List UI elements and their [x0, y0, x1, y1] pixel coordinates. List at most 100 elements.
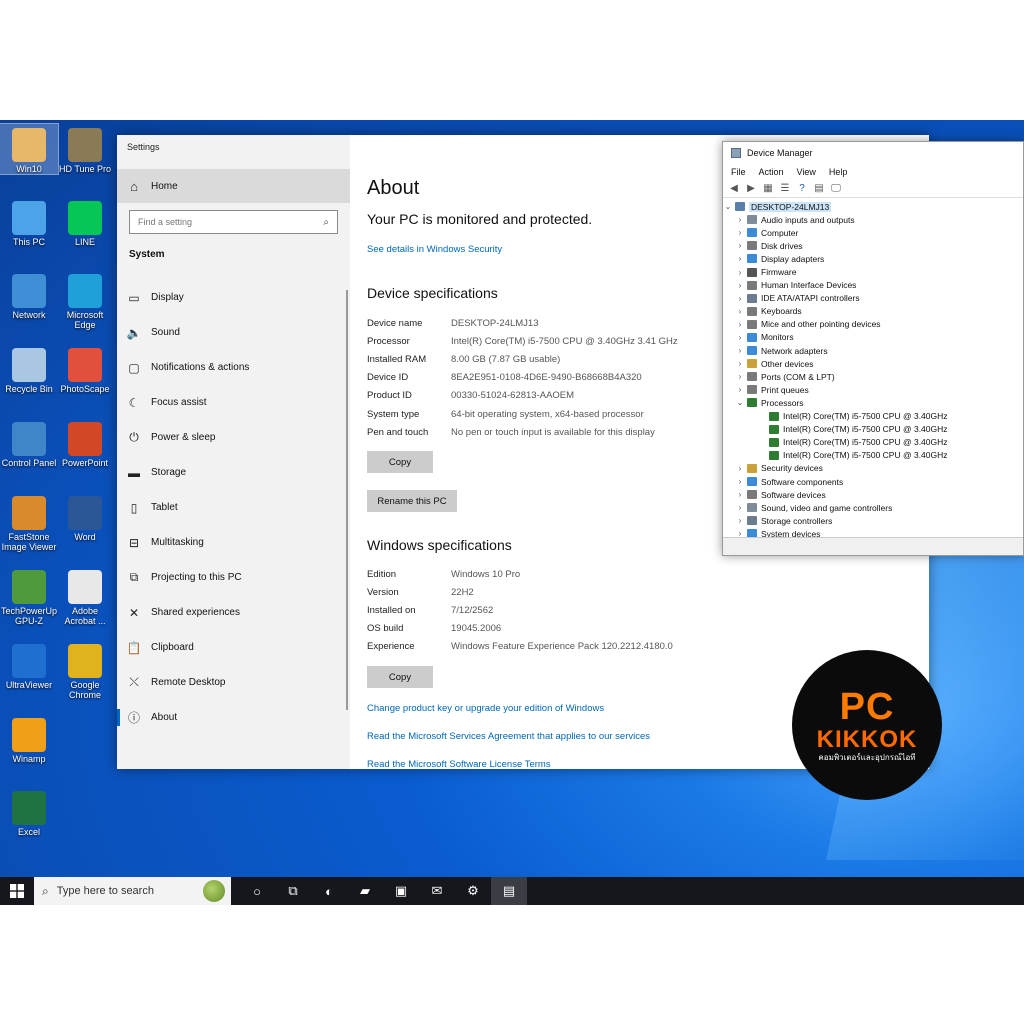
- license-terms-link[interactable]: Read the Microsoft Software License Term…: [367, 759, 551, 769]
- collapse-icon[interactable]: ⌄: [723, 202, 733, 211]
- expand-icon[interactable]: ›: [735, 241, 745, 250]
- sidebar-item-clipboard[interactable]: 📋 Clipboard: [117, 630, 350, 665]
- copy-windows-specs-button[interactable]: Copy: [367, 666, 433, 688]
- list-icon[interactable]: ☰: [778, 181, 792, 195]
- expand-icon[interactable]: ›: [735, 215, 745, 224]
- expand-icon[interactable]: ›: [735, 307, 745, 316]
- tree-node[interactable]: › Audio inputs and outputs: [723, 213, 1023, 226]
- tree-node[interactable]: Intel(R) Core(TM) i5-7500 CPU @ 3.40GHz: [723, 423, 1023, 436]
- tree-node[interactable]: › Disk drives: [723, 239, 1023, 252]
- sidebar-item-display[interactable]: ▭ Display: [117, 280, 350, 315]
- task-view-icon[interactable]: ⧉: [275, 877, 311, 905]
- expand-icon[interactable]: ›: [735, 228, 745, 237]
- desktop-icon[interactable]: Adobe Acrobat ...: [56, 566, 114, 626]
- desktop-icon[interactable]: HD Tune Pro: [56, 124, 114, 174]
- tree-node[interactable]: ⌄ Processors: [723, 396, 1023, 409]
- expand-icon[interactable]: ›: [735, 294, 745, 303]
- tree-node[interactable]: › Software devices: [723, 488, 1023, 501]
- menu-action[interactable]: Action: [759, 167, 784, 177]
- expand-icon[interactable]: ›: [735, 464, 745, 473]
- copy-device-specs-button[interactable]: Copy: [367, 451, 433, 473]
- desktop-icon[interactable]: Win10: [0, 123, 59, 175]
- expand-icon[interactable]: ›: [735, 281, 745, 290]
- edge-icon[interactable]: ◐: [311, 877, 347, 905]
- desktop-icon[interactable]: LINE: [56, 197, 114, 247]
- sidebar-item-storage[interactable]: ▬ Storage: [117, 455, 350, 490]
- sidebar-item-tablet[interactable]: ▯ Tablet: [117, 490, 350, 525]
- monitor-icon[interactable]: 🖵: [829, 181, 843, 195]
- find-setting-input[interactable]: Find a setting ⌕: [129, 210, 338, 234]
- mail-icon[interactable]: ✉: [419, 877, 455, 905]
- sidebar-item-projecting-to-this-pc[interactable]: ⧉ Projecting to this PC: [117, 560, 350, 595]
- desktop-icon[interactable]: Word: [56, 492, 114, 542]
- desktop-icon[interactable]: PhotoScape: [56, 344, 114, 394]
- expand-icon[interactable]: ›: [735, 254, 745, 263]
- tree-root[interactable]: ⌄ DESKTOP-24LMJ13: [723, 200, 1023, 213]
- services-agreement-link[interactable]: Read the Microsoft Services Agreement th…: [367, 731, 650, 742]
- properties-icon[interactable]: ▦: [761, 181, 775, 195]
- desktop-icon[interactable]: FastStone Image Viewer: [0, 492, 58, 552]
- back-icon[interactable]: ◀: [727, 181, 741, 195]
- forward-icon[interactable]: ▶: [744, 181, 758, 195]
- tree-node[interactable]: › Human Interface Devices: [723, 279, 1023, 292]
- expand-icon[interactable]: ›: [735, 320, 745, 329]
- collapse-icon[interactable]: ⌄: [735, 398, 745, 407]
- tree-node[interactable]: › Print queues: [723, 383, 1023, 396]
- expand-icon[interactable]: ›: [735, 333, 745, 342]
- desktop-icon[interactable]: Google Chrome: [56, 640, 114, 700]
- rename-pc-button[interactable]: Rename this PC: [367, 490, 457, 512]
- expand-icon[interactable]: ›: [735, 477, 745, 486]
- product-key-link[interactable]: Change product key or upgrade your editi…: [367, 703, 604, 714]
- device-manager-icon[interactable]: ▤: [491, 877, 527, 905]
- cortana-icon[interactable]: ○: [239, 877, 275, 905]
- expand-icon[interactable]: ›: [735, 503, 745, 512]
- tree-node[interactable]: › Computer: [723, 226, 1023, 239]
- tree-node[interactable]: Intel(R) Core(TM) i5-7500 CPU @ 3.40GHz: [723, 436, 1023, 449]
- tree-node[interactable]: › Display adapters: [723, 252, 1023, 265]
- desktop-icon[interactable]: Network: [0, 270, 58, 320]
- expand-icon[interactable]: ›: [735, 359, 745, 368]
- tree-node[interactable]: › Monitors: [723, 331, 1023, 344]
- expand-icon[interactable]: ›: [735, 516, 745, 525]
- desktop-icon[interactable]: Excel: [0, 787, 58, 837]
- start-button[interactable]: [0, 877, 34, 905]
- taskbar-search-box[interactable]: ⌕ Type here to search: [34, 877, 231, 905]
- tree-node[interactable]: › Sound, video and game controllers: [723, 501, 1023, 514]
- desktop-icon[interactable]: Microsoft Edge: [56, 270, 114, 330]
- expand-icon[interactable]: ›: [735, 385, 745, 394]
- tree-node[interactable]: › IDE ATA/ATAPI controllers: [723, 292, 1023, 305]
- expand-icon[interactable]: ›: [735, 268, 745, 277]
- desktop-icon[interactable]: Control Panel: [0, 418, 58, 468]
- expand-icon[interactable]: ›: [735, 490, 745, 499]
- settings-icon[interactable]: ⚙: [455, 877, 491, 905]
- desktop-icon[interactable]: UltraViewer: [0, 640, 58, 690]
- desktop-icon[interactable]: PowerPoint: [56, 418, 114, 468]
- windows-security-link[interactable]: See details in Windows Security: [367, 244, 502, 255]
- help-icon[interactable]: ?: [795, 181, 809, 195]
- tree-node[interactable]: › Security devices: [723, 462, 1023, 475]
- expand-icon[interactable]: ›: [735, 372, 745, 381]
- tree-node[interactable]: Intel(R) Core(TM) i5-7500 CPU @ 3.40GHz: [723, 410, 1023, 423]
- desktop-icon[interactable]: This PC: [0, 197, 58, 247]
- tree-node[interactable]: › Ports (COM & LPT): [723, 370, 1023, 383]
- home-nav-item[interactable]: ⌂ Home: [117, 169, 350, 203]
- menu-view[interactable]: View: [797, 167, 816, 177]
- tree-node[interactable]: Intel(R) Core(TM) i5-7500 CPU @ 3.40GHz: [723, 449, 1023, 462]
- sidebar-item-about[interactable]: ⓘ About: [117, 700, 350, 735]
- tree-node[interactable]: › Firmware: [723, 265, 1023, 278]
- sidebar-item-remote-desktop[interactable]: ⤬ Remote Desktop: [117, 665, 350, 700]
- store-icon[interactable]: ▣: [383, 877, 419, 905]
- menu-help[interactable]: Help: [829, 167, 848, 177]
- file-explorer-icon[interactable]: ▰: [347, 877, 383, 905]
- desktop-icon[interactable]: TechPowerUp GPU-Z: [0, 566, 58, 626]
- sidebar-item-notifications-actions[interactable]: ▢ Notifications & actions: [117, 350, 350, 385]
- sidebar-item-focus-assist[interactable]: ☾ Focus assist: [117, 385, 350, 420]
- sidebar-item-multitasking[interactable]: ⊟ Multitasking: [117, 525, 350, 560]
- desktop-icon[interactable]: Recycle Bin: [0, 344, 58, 394]
- expand-icon[interactable]: ›: [735, 346, 745, 355]
- menu-file[interactable]: File: [731, 167, 746, 177]
- tree-node[interactable]: › Other devices: [723, 357, 1023, 370]
- tree-node[interactable]: › Software components: [723, 475, 1023, 488]
- tree-node[interactable]: › Keyboards: [723, 305, 1023, 318]
- sidebar-item-sound[interactable]: 🔈 Sound: [117, 315, 350, 350]
